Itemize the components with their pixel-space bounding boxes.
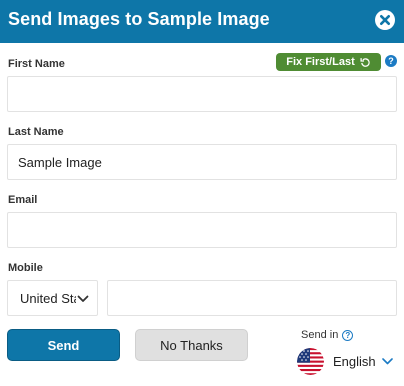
undo-icon <box>360 57 370 67</box>
email-input[interactable] <box>7 212 397 248</box>
dialog-title: Send Images to Sample Image <box>8 9 270 29</box>
language-selector[interactable]: English <box>297 347 393 375</box>
help-question-icon[interactable]: ? <box>385 55 397 67</box>
chevron-down-icon <box>381 357 393 364</box>
us-flag-icon <box>297 347 324 375</box>
mobile-number-input[interactable] <box>107 280 397 316</box>
send-in-help-icon[interactable]: ? <box>342 329 354 341</box>
send-in-label-group: Send in ? <box>301 329 354 341</box>
send-button[interactable]: Send <box>7 329 120 361</box>
fix-first-last-button[interactable]: Fix First/Last <box>276 53 381 71</box>
close-icon <box>380 15 390 25</box>
dialog-header: Send Images to Sample Image <box>0 0 404 43</box>
chevron-down-icon <box>77 295 89 302</box>
close-button[interactable] <box>375 10 395 30</box>
last-name-input[interactable] <box>7 144 397 180</box>
country-select[interactable]: United States <box>7 280 98 316</box>
email-label: Email <box>8 194 38 206</box>
send-in-label: Send in <box>301 329 339 341</box>
mobile-label: Mobile <box>8 262 43 274</box>
first-name-input[interactable] <box>7 76 397 112</box>
first-name-label: First Name <box>8 58 65 70</box>
fix-first-last-label: Fix First/Last <box>286 56 355 68</box>
country-select-value: United States <box>20 291 76 306</box>
last-name-label: Last Name <box>8 126 64 138</box>
language-label: English <box>333 353 376 369</box>
no-thanks-button[interactable]: No Thanks <box>135 329 248 361</box>
